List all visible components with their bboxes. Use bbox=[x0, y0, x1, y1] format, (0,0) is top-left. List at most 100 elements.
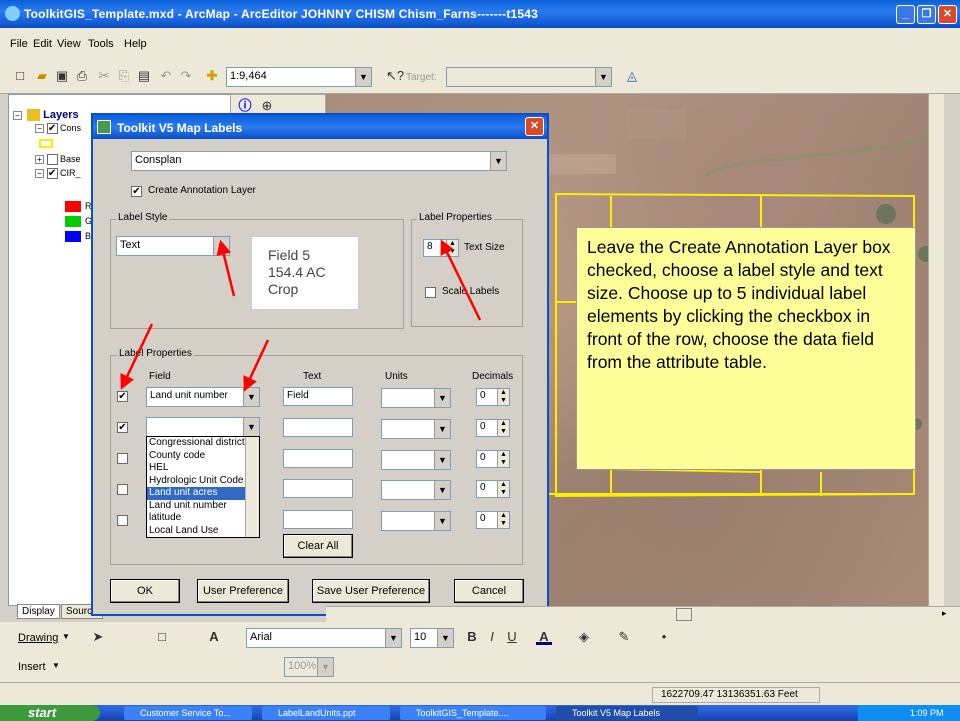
dropdown-option[interactable]: HEL bbox=[147, 462, 259, 475]
row-5-decimals-spinner[interactable]: 0 ▲ ▼ bbox=[476, 511, 510, 529]
row-1-checkbox[interactable]: ✔ bbox=[117, 391, 128, 402]
row-4-units-select[interactable]: ▼ bbox=[381, 480, 451, 500]
dropdown-option[interactable]: Congressional district bbox=[147, 437, 259, 450]
task-toolkitgis[interactable]: ToolkitGIS_Template.... bbox=[400, 706, 546, 720]
toc-tab-display[interactable]: Display bbox=[17, 604, 60, 619]
dropdown-option[interactable]: County code bbox=[147, 450, 259, 463]
marker-color-icon[interactable]: • bbox=[656, 629, 672, 645]
toc-root[interactable]: − Layers bbox=[13, 109, 79, 122]
zoom-in-icon[interactable]: ⊕ bbox=[259, 98, 275, 114]
text-icon[interactable]: A bbox=[206, 629, 222, 645]
row-4-checkbox[interactable] bbox=[117, 484, 128, 495]
task-map-labels[interactable]: Toolkit V5 Map Labels bbox=[556, 706, 698, 720]
target-combo[interactable]: ▼ bbox=[446, 67, 612, 87]
underline-icon[interactable]: U bbox=[504, 629, 520, 645]
cut-icon[interactable]: ✂ bbox=[96, 68, 112, 84]
line-color-icon[interactable]: ✎ bbox=[616, 629, 632, 645]
row-5-checkbox[interactable] bbox=[117, 515, 128, 526]
chevron-down-icon[interactable]: ▼ bbox=[62, 632, 70, 641]
row-3-units-select[interactable]: ▼ bbox=[381, 450, 451, 470]
scroll-thumb[interactable] bbox=[676, 608, 692, 621]
row-5-text-input[interactable] bbox=[283, 510, 353, 529]
dropdown-option[interactable]: latitude bbox=[147, 512, 259, 525]
insert-menu[interactable]: Insert bbox=[18, 661, 46, 673]
dropdown-scrollbar[interactable] bbox=[245, 437, 259, 537]
font-size-combo[interactable]: 10 ▼ bbox=[410, 628, 454, 648]
row-4-text-input[interactable] bbox=[283, 479, 353, 498]
dropdown-option[interactable]: Local Land Use bbox=[147, 525, 259, 538]
spin-arrows-icon[interactable]: ▲ ▼ bbox=[446, 240, 458, 256]
task-customer-service[interactable]: Customer Service To... bbox=[124, 706, 252, 720]
row-4-decimals-spinner[interactable]: 0 ▲ ▼ bbox=[476, 480, 510, 498]
open-icon[interactable]: ▰ bbox=[34, 68, 50, 84]
collapse-icon[interactable]: − bbox=[35, 124, 44, 133]
row-2-decimals-spinner[interactable]: 0 ▲ ▼ bbox=[476, 419, 510, 437]
save-icon[interactable]: ▣ bbox=[54, 68, 70, 84]
row-5-units-select[interactable]: ▼ bbox=[381, 511, 451, 531]
minimize-button[interactable]: _ bbox=[896, 5, 915, 24]
font-combo[interactable]: Arial ▼ bbox=[246, 628, 402, 648]
paste-icon[interactable]: ▤ bbox=[136, 68, 152, 84]
layer-select[interactable]: Consplan ▼ bbox=[131, 151, 507, 171]
row-3-text-input[interactable] bbox=[283, 449, 353, 468]
close-button[interactable]: ✕ bbox=[938, 5, 957, 24]
toc-item-cir[interactable]: − ✔ CIR_ bbox=[35, 168, 81, 180]
dropdown-option[interactable]: Hydrologic Unit Code bbox=[147, 475, 259, 488]
drawing-menu[interactable]: Drawing bbox=[18, 632, 58, 644]
start-button[interactable]: start bbox=[0, 705, 100, 721]
row-2-field-select[interactable]: ▼ bbox=[146, 417, 260, 437]
layer-checkbox[interactable]: ✔ bbox=[46, 168, 58, 180]
copy-icon[interactable]: ⎘ bbox=[116, 68, 132, 84]
text-size-spinner[interactable]: 8 ▲ ▼ bbox=[423, 239, 459, 257]
rectangle-icon[interactable]: □ bbox=[154, 629, 170, 645]
scroll-right-icon[interactable]: ▸ bbox=[942, 608, 947, 619]
scale-combo[interactable]: 1:9,464 ▼ bbox=[226, 67, 372, 87]
menu-edit[interactable]: Edit bbox=[33, 38, 52, 50]
undo-icon[interactable]: ↶ bbox=[158, 68, 174, 84]
menu-view[interactable]: View bbox=[57, 38, 81, 50]
row-2-text-input[interactable] bbox=[283, 418, 353, 437]
zoom-combo[interactable]: 100% ▼ bbox=[284, 657, 334, 677]
save-user-preference-button[interactable]: Save User Preference bbox=[312, 579, 430, 603]
spin-arrows-icon[interactable]: ▲ ▼ bbox=[497, 420, 509, 436]
user-preference-button[interactable]: User Preference bbox=[197, 579, 289, 603]
map-horizontal-scrollbar[interactable]: ▸ bbox=[326, 606, 960, 622]
cancel-button[interactable]: Cancel bbox=[454, 579, 524, 603]
row-1-decimals-spinner[interactable]: 0 ▲ ▼ bbox=[476, 388, 510, 406]
label-style-select[interactable]: Text ▼ bbox=[116, 236, 230, 256]
expand-icon[interactable]: + bbox=[35, 155, 44, 164]
font-color-icon[interactable]: A bbox=[536, 629, 552, 645]
row-3-checkbox[interactable] bbox=[117, 453, 128, 464]
whats-this-icon[interactable]: ↖? bbox=[386, 68, 404, 84]
layer-checkbox[interactable] bbox=[46, 154, 58, 166]
dropdown-option[interactable]: Land unit number bbox=[147, 500, 259, 513]
scale-labels-checkbox[interactable] bbox=[425, 287, 436, 298]
print-icon[interactable]: ⎙ bbox=[74, 68, 90, 84]
create-annotation-checkbox[interactable]: ✔ bbox=[131, 186, 142, 197]
fill-color-icon[interactable]: ◈ bbox=[576, 629, 592, 645]
maximize-button[interactable]: ❐ bbox=[917, 5, 936, 24]
identify-icon[interactable]: ⓘ bbox=[237, 98, 253, 114]
spin-arrows-icon[interactable]: ▲ ▼ bbox=[497, 481, 509, 497]
menu-tools[interactable]: Tools bbox=[88, 38, 114, 50]
dialog-close-button[interactable]: ✕ bbox=[525, 117, 544, 136]
spin-arrows-icon[interactable]: ▲ ▼ bbox=[497, 512, 509, 528]
row-2-checkbox[interactable]: ✔ bbox=[117, 422, 128, 433]
layer-checkbox[interactable]: ✔ bbox=[46, 123, 58, 135]
toc-item-base[interactable]: + Base bbox=[35, 154, 81, 166]
redo-icon[interactable]: ↷ bbox=[178, 68, 194, 84]
menu-file[interactable]: File bbox=[10, 38, 28, 50]
editor-icon[interactable]: ◬ bbox=[624, 68, 640, 84]
task-labellandunits[interactable]: LabelLandUnits.ppt bbox=[262, 706, 390, 720]
select-arrow-icon[interactable]: ➤ bbox=[90, 629, 106, 645]
menu-help[interactable]: Help bbox=[124, 38, 147, 50]
row-2-units-select[interactable]: ▼ bbox=[381, 419, 451, 439]
bold-icon[interactable]: B bbox=[464, 629, 480, 645]
row-1-field-select[interactable]: Land unit number ▼ bbox=[146, 387, 260, 407]
ok-button[interactable]: OK bbox=[110, 579, 180, 603]
field-dropdown-list[interactable]: Congressional district County code HEL H… bbox=[146, 436, 260, 538]
toc-item-cons[interactable]: − ✔ Cons bbox=[35, 123, 81, 135]
add-data-icon[interactable]: ✚ bbox=[204, 68, 220, 84]
collapse-icon[interactable]: − bbox=[13, 111, 22, 120]
row-1-units-select[interactable]: ▼ bbox=[381, 388, 451, 408]
